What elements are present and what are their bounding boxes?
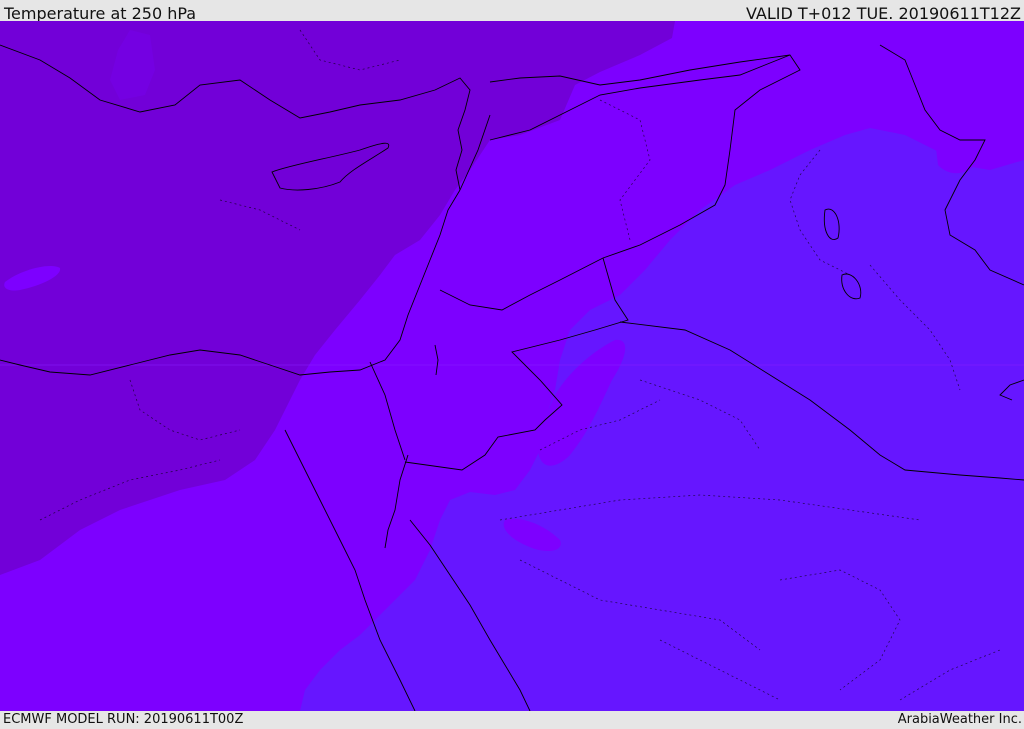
map-footer: ECMWF MODEL RUN: 20190611T00Z ArabiaWeat… bbox=[0, 711, 1024, 729]
model-run-label: ECMWF MODEL RUN: 20190611T00Z bbox=[3, 712, 244, 727]
temperature-map bbox=[0, 21, 1024, 711]
map-canvas bbox=[0, 21, 1024, 711]
map-header: Temperature at 250 hPa VALID T+012 TUE. … bbox=[0, 0, 1024, 23]
credit-label: ArabiaWeather Inc. bbox=[897, 712, 1022, 727]
